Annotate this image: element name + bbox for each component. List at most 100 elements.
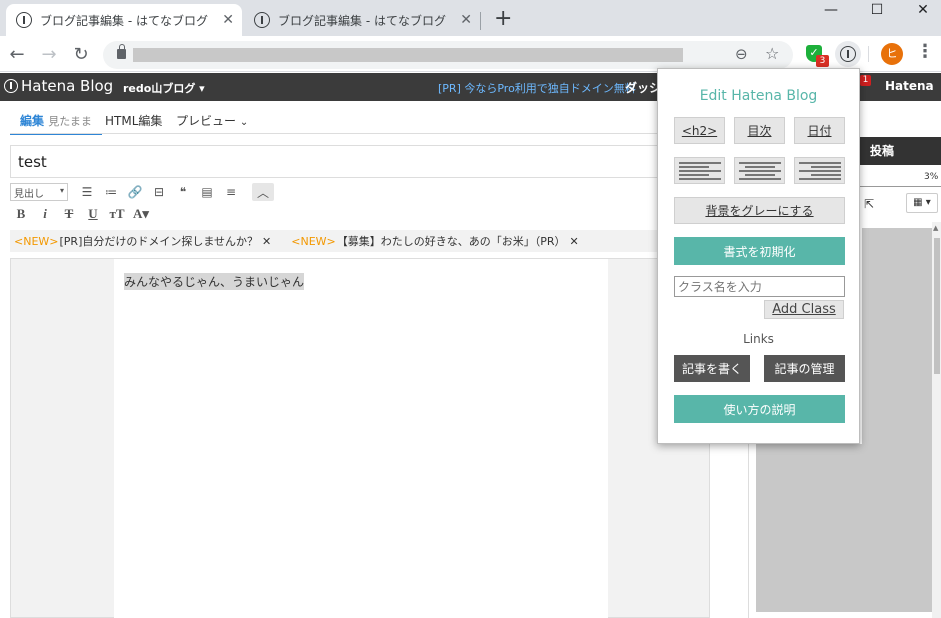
close-tab-icon[interactable]: ✕ bbox=[460, 12, 472, 28]
zoom-icon[interactable]: ⊖ bbox=[735, 45, 748, 63]
popup-title: Edit Hatena Blog bbox=[699, 88, 818, 104]
forward-icon[interactable]: → bbox=[38, 43, 60, 65]
bulleted-list-icon[interactable]: ☰ bbox=[76, 183, 98, 201]
notification-badge[interactable]: 1 bbox=[860, 75, 871, 86]
align-center-icon bbox=[739, 162, 781, 180]
strikethrough-icon[interactable]: T bbox=[58, 205, 80, 223]
browser-toolbar: ← → ↻ ⊖ ☆ ✓ 3 ヒ ⋮ bbox=[0, 36, 941, 72]
tab-preview[interactable]: プレビュー ⌄ bbox=[176, 112, 248, 129]
scroll-up-icon[interactable]: ▲ bbox=[933, 224, 938, 232]
publish-button[interactable]: 投稿 bbox=[858, 137, 941, 165]
browser-tab-strip: ブログ記事編集 - はてなブログ ✕ ブログ記事編集 - はてなブログ ✕ + … bbox=[0, 0, 941, 36]
more-icon[interactable]: ≡ bbox=[220, 183, 242, 201]
back-icon[interactable]: ← bbox=[6, 43, 28, 65]
sidebar-redacted-image bbox=[756, 444, 932, 612]
tab-divider bbox=[480, 12, 481, 30]
grid-menu-button[interactable]: ▦ ▾ bbox=[906, 193, 938, 213]
numbered-list-icon[interactable]: ≔ bbox=[100, 183, 122, 201]
quote-icon[interactable]: ❝ bbox=[172, 183, 194, 201]
sidebar-redacted-image bbox=[862, 228, 932, 448]
new-tab-button[interactable]: + bbox=[494, 6, 512, 31]
align-right-icon bbox=[799, 162, 841, 180]
browser-tab-active[interactable]: ブログ記事編集 - はてなブログ ✕ bbox=[6, 4, 242, 36]
browser-tab[interactable]: ブログ記事編集 - はてなブログ ✕ bbox=[244, 4, 480, 36]
suggestion-link[interactable]: [PR]自分だけのドメイン探しませんか？ bbox=[60, 233, 259, 249]
underline-icon[interactable]: U bbox=[82, 205, 104, 223]
hatena-logo-icon bbox=[4, 79, 18, 93]
blog-selector[interactable]: redo山ブログ ▾ bbox=[123, 80, 205, 96]
extension-badge: 3 bbox=[816, 55, 829, 67]
hatena-account-menu[interactable]: Hatena bbox=[885, 79, 934, 93]
grey-background-button[interactable]: 背景をグレーにする bbox=[674, 197, 845, 224]
format-toolbar-row-2: B i T U тT A▾ bbox=[10, 204, 154, 224]
align-left-button[interactable] bbox=[674, 157, 725, 184]
how-to-use-button[interactable]: 使い方の説明 bbox=[674, 395, 845, 423]
tab-html-editor[interactable]: HTML編集 bbox=[105, 112, 162, 129]
align-right-button[interactable] bbox=[794, 157, 845, 184]
chevron-down-icon: ⌄ bbox=[239, 117, 249, 128]
align-left-icon bbox=[679, 162, 721, 180]
sidebar-scroll-thumb[interactable] bbox=[934, 238, 940, 374]
collapse-toolbar-icon[interactable]: ︿ bbox=[252, 183, 274, 201]
address-bar[interactable]: ⊖ ☆ bbox=[103, 41, 793, 69]
table-icon[interactable]: ▤ bbox=[196, 183, 218, 201]
profile-avatar[interactable]: ヒ bbox=[881, 43, 903, 65]
new-tag: <NEW> bbox=[14, 234, 59, 248]
bold-icon[interactable]: B bbox=[10, 205, 32, 223]
editor-body[interactable]: みんなやるじゃん、うまいじゃん bbox=[114, 259, 608, 618]
close-tab-icon[interactable]: ✕ bbox=[222, 12, 234, 28]
tab-label: 編集 bbox=[20, 114, 45, 128]
hatena-favicon-icon bbox=[254, 12, 270, 28]
toc-button[interactable]: 目次 bbox=[734, 117, 785, 144]
hatena-blog-logo[interactable]: Hatena Blog bbox=[4, 77, 113, 95]
links-heading: Links bbox=[743, 332, 774, 346]
date-button[interactable]: 日付 bbox=[794, 117, 845, 144]
italic-icon[interactable]: i bbox=[34, 205, 56, 223]
tab-visual-editor[interactable]: 編集 見たまま bbox=[10, 112, 102, 135]
suggestion-bar: <NEW> [PR]自分だけのドメイン探しませんか？ ✕ <NEW> 【募集】わ… bbox=[10, 230, 710, 252]
selected-body-text[interactable]: みんなやるじゃん、うまいじゃん bbox=[124, 273, 305, 290]
heading-select[interactable]: 見出し ▾ bbox=[10, 183, 68, 201]
window-close-icon[interactable]: ✕ bbox=[900, 0, 941, 20]
maximize-icon[interactable]: ☐ bbox=[854, 0, 900, 20]
format-toolbar-row-1: 見出し ▾ ☰ ≔ 🔗 ⊟ ❝ ▤ ≡ ︿ bbox=[10, 182, 276, 202]
browser-menu-icon[interactable]: ⋮ bbox=[916, 41, 934, 62]
bookmark-star-icon[interactable]: ☆ bbox=[765, 44, 779, 63]
write-article-button[interactable]: 記事を書く bbox=[674, 355, 750, 382]
close-icon[interactable]: ✕ bbox=[262, 235, 271, 248]
align-center-button[interactable] bbox=[734, 157, 785, 184]
pr-link[interactable]: [PR] 今ならPro利用で独自ドメイン無料 bbox=[438, 80, 636, 96]
tab-title: ブログ記事編集 - はてなブログ bbox=[40, 13, 208, 28]
manage-articles-button[interactable]: 記事の管理 bbox=[764, 355, 845, 382]
tabs-divider bbox=[10, 133, 710, 134]
add-class-button[interactable]: Add Class bbox=[764, 300, 844, 319]
url-redacted[interactable] bbox=[133, 48, 683, 62]
font-size-icon[interactable]: тT bbox=[106, 205, 128, 223]
dashboard-link[interactable]: ダッシ bbox=[625, 79, 661, 96]
editor-canvas: みんなやるじゃん、うまいじゃん bbox=[10, 258, 710, 618]
progress-percent: 3% bbox=[924, 172, 939, 182]
hatena-extension-icon[interactable] bbox=[835, 41, 861, 67]
toolbar-separator bbox=[868, 46, 869, 62]
reload-icon[interactable]: ↻ bbox=[70, 43, 92, 65]
class-name-input[interactable] bbox=[674, 276, 845, 297]
hatena-favicon-icon bbox=[16, 12, 32, 28]
link-icon[interactable]: 🔗 bbox=[124, 183, 146, 201]
horizontal-rule-icon[interactable]: ⊟ bbox=[148, 183, 170, 201]
external-link-icon[interactable]: ⇱ bbox=[864, 197, 874, 211]
logo-text: Hatena Blog bbox=[21, 77, 114, 95]
tab-label: プレビュー bbox=[176, 114, 237, 128]
minimize-icon[interactable]: — bbox=[808, 0, 854, 20]
close-icon[interactable]: ✕ bbox=[570, 235, 579, 248]
suggestion-link[interactable]: 【募集】わたしの好きな、あの「お米」（PR） bbox=[337, 233, 566, 249]
text-color-icon[interactable]: A▾ bbox=[130, 205, 152, 223]
tab-sublabel: 見たまま bbox=[48, 115, 92, 128]
new-tag: <NEW> bbox=[291, 234, 336, 248]
heading-select-value: 見出し bbox=[14, 189, 44, 200]
h2-button[interactable]: <h2> bbox=[674, 117, 725, 144]
progress-line bbox=[858, 186, 941, 187]
article-title-input[interactable] bbox=[10, 145, 710, 178]
reset-format-button[interactable]: 書式を初期化 bbox=[674, 237, 845, 265]
edit-hatena-blog-popup: Edit Hatena Blog <h2> 目次 日付 背景をグレーにする 書式… bbox=[657, 68, 860, 444]
lock-icon bbox=[117, 44, 126, 59]
